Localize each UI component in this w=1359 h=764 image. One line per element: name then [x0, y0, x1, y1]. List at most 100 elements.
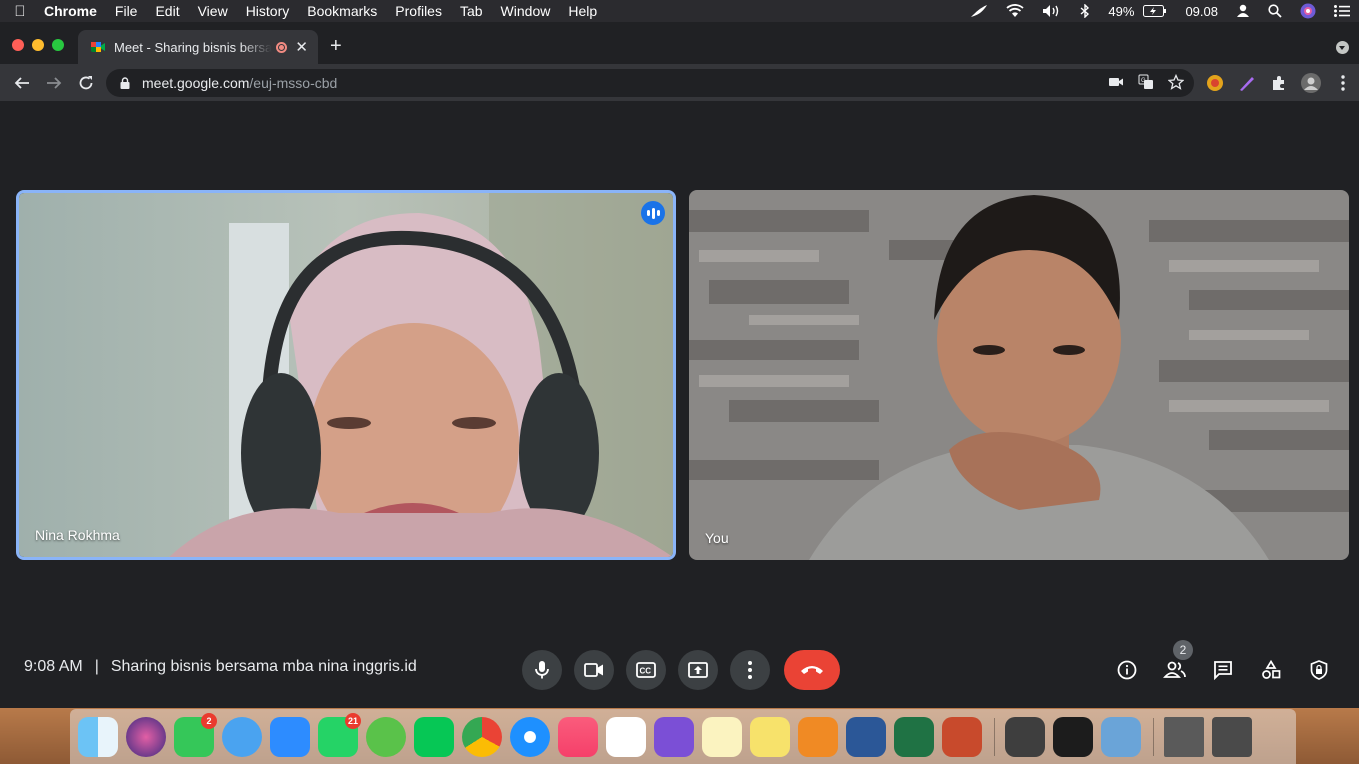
clickup-icon[interactable] [606, 716, 646, 757]
window-close-button[interactable] [12, 39, 24, 51]
info-icon [1117, 660, 1137, 680]
stickies-icon[interactable] [750, 716, 790, 757]
more-vert-icon [748, 661, 752, 679]
siri-icon[interactable] [1291, 3, 1325, 19]
back-arrow-icon[interactable] [10, 71, 34, 95]
word-icon[interactable] [846, 716, 886, 757]
terminal-icon[interactable] [1053, 716, 1093, 757]
extension-badge-icon[interactable] [1204, 72, 1226, 94]
battery-charging-icon[interactable] [1143, 5, 1176, 17]
forward-arrow-icon[interactable] [42, 71, 66, 95]
participant-tile-nina[interactable]: Nina Rokhma [16, 190, 676, 560]
host-controls-button[interactable] [1299, 650, 1339, 690]
translate-icon[interactable]: G [1138, 74, 1154, 93]
notification-center-icon[interactable] [1325, 5, 1359, 17]
camera-in-use-icon[interactable] [1108, 74, 1124, 93]
captions-button[interactable]: CC [626, 650, 666, 690]
meeting-details[interactable]: 9:08 AM | Sharing bisnis bersama mba nin… [24, 658, 417, 676]
camera-button[interactable] [574, 650, 614, 690]
profile-avatar[interactable] [1300, 72, 1322, 94]
call-controls-bar: 9:08 AM | Sharing bisnis bersama mba nin… [0, 638, 1359, 700]
siri-dock-icon[interactable] [126, 716, 166, 757]
tab-meet[interactable]: Meet - Sharing bisnis bersama mba nina i… [78, 30, 318, 64]
menu-window[interactable]: Window [492, 3, 560, 19]
powerpoint-icon[interactable] [942, 716, 982, 757]
leave-call-button[interactable] [784, 650, 840, 690]
macos-menu-bar:  Chrome File Edit View History Bookmark… [0, 0, 1359, 22]
dock-separator [994, 717, 995, 756]
meet-stage: Nina Rokhma You 9:08 AM | Sharing bisnis… [0, 102, 1359, 708]
meeting-info-separator: | [94, 658, 99, 675]
messages-icon[interactable] [366, 716, 406, 757]
hang-up-icon [801, 666, 823, 674]
meeting-info-button[interactable] [1107, 650, 1147, 690]
more-options-button[interactable] [730, 650, 770, 690]
menu-bookmarks[interactable]: Bookmarks [298, 3, 386, 19]
apple-menu-icon[interactable]:  [0, 3, 40, 20]
sublime-text-icon[interactable] [1005, 716, 1045, 757]
safari-icon[interactable] [510, 716, 550, 757]
menu-profiles[interactable]: Profiles [386, 3, 451, 19]
present-screen-icon [688, 662, 708, 678]
google-meet-favicon-icon [91, 42, 105, 52]
menu-view[interactable]: View [189, 3, 237, 19]
people-button[interactable]: 2 [1155, 640, 1195, 690]
extension-pen-icon[interactable] [1236, 72, 1258, 94]
menu-tab[interactable]: Tab [451, 3, 492, 19]
chat-button[interactable] [1203, 650, 1243, 690]
notes-icon[interactable] [702, 716, 742, 757]
menu-app-name[interactable]: Chrome [40, 3, 106, 19]
activities-button[interactable] [1251, 650, 1291, 690]
participant-tile-you[interactable]: You [689, 190, 1349, 560]
right-controls: 2 [1107, 640, 1339, 690]
bluetooth-icon[interactable] [1071, 4, 1099, 18]
center-controls: CC [522, 650, 840, 690]
line-icon[interactable] [414, 716, 454, 757]
window-minimize-button[interactable] [32, 39, 44, 51]
music-icon[interactable] [558, 716, 598, 757]
battery-percentage[interactable]: 49% [1099, 4, 1143, 19]
chrome-dock-icon[interactable] [462, 716, 502, 757]
linear-app-icon[interactable] [654, 716, 694, 757]
new-tab-icon[interactable]: + [330, 36, 342, 56]
books-icon[interactable] [798, 716, 838, 757]
menu-clock[interactable]: 09.08 [1176, 4, 1227, 19]
macos-dock: 2 21 [70, 709, 1296, 764]
window-zoom-button[interactable] [52, 39, 64, 51]
microphone-icon [535, 661, 549, 679]
bookmark-star-icon[interactable] [1167, 73, 1185, 93]
wifi-icon[interactable] [997, 4, 1033, 18]
lock-icon[interactable] [120, 77, 130, 89]
microphone-button[interactable] [522, 650, 562, 690]
excel-icon[interactable] [894, 716, 934, 757]
messages-bubble-icon[interactable] [222, 716, 262, 757]
present-screen-button[interactable] [678, 650, 718, 690]
reload-icon[interactable] [74, 71, 98, 95]
tab-close-icon[interactable]: ✕ [295, 38, 308, 56]
chrome-tab-strip: Meet - Sharing bisnis bersama mba nina i… [0, 22, 1359, 64]
volume-icon[interactable] [1033, 4, 1071, 18]
url-host: meet.google.com [142, 75, 250, 91]
chat-icon [1214, 661, 1232, 680]
spotlight-search-icon[interactable] [1259, 4, 1291, 18]
preview-icon[interactable] [1101, 716, 1141, 757]
chrome-menu-icon[interactable] [1332, 72, 1354, 94]
finder-icon[interactable] [78, 716, 118, 757]
closed-captions-icon: CC [636, 662, 656, 678]
recording-dot-icon [276, 41, 288, 53]
menu-file[interactable]: File [106, 3, 147, 19]
zoom-icon[interactable] [270, 716, 310, 757]
svg-text:CC: CC [640, 667, 652, 676]
minimized-window-thumbnail[interactable] [1164, 716, 1204, 757]
tab-search-icon[interactable] [1336, 41, 1349, 54]
menu-help[interactable]: Help [559, 3, 606, 19]
address-bar[interactable]: meet.google.com/euj-msso-cbd G [106, 69, 1194, 97]
feather-icon[interactable] [961, 4, 997, 18]
whatsapp-icon[interactable]: 21 [318, 712, 361, 757]
menu-history[interactable]: History [237, 3, 299, 19]
user-icon[interactable] [1227, 4, 1259, 18]
facetime-icon[interactable]: 2 [174, 712, 217, 757]
menu-edit[interactable]: Edit [146, 3, 188, 19]
extensions-puzzle-icon[interactable] [1268, 72, 1290, 94]
trash-icon[interactable] [1212, 716, 1252, 757]
